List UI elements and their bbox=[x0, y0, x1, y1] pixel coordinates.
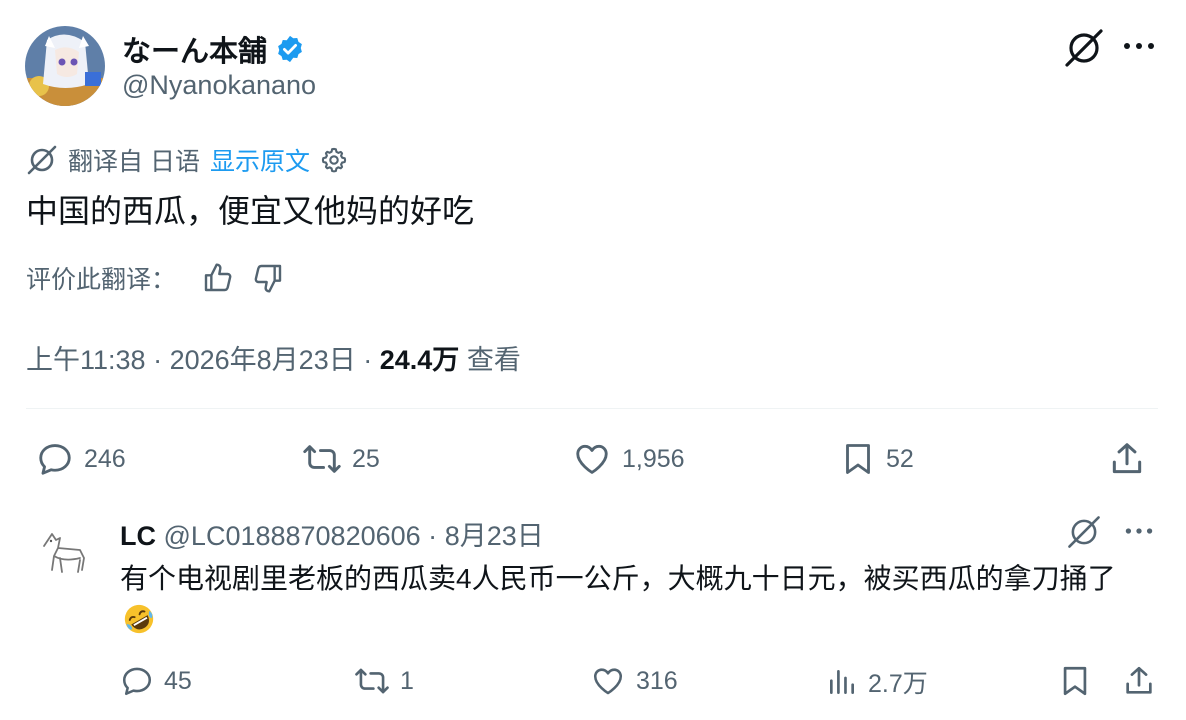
reply-header: LC @LC0188870820606 · 8月23日 bbox=[120, 514, 544, 553]
reply-reply-button[interactable]: 45 bbox=[120, 664, 192, 698]
reply-text-container: 有个电视剧里老板的西瓜卖4人民币一公斤，大概九十日元，被买西瓜的拿刀捅了 bbox=[120, 558, 1150, 642]
reply-separator: · bbox=[428, 521, 438, 551]
share-icon bbox=[1122, 664, 1156, 698]
reply-repost-count: 1 bbox=[400, 666, 414, 695]
view-count: 24.4万 bbox=[379, 345, 460, 375]
heart-icon bbox=[572, 440, 612, 478]
translation-settings-icon[interactable] bbox=[320, 146, 348, 174]
more-options-icon[interactable] bbox=[1122, 37, 1156, 55]
reply-more-options-icon[interactable] bbox=[1124, 523, 1154, 539]
reply-repost-button[interactable]: 1 bbox=[354, 664, 414, 698]
share-button[interactable] bbox=[1108, 440, 1146, 478]
author-name-row[interactable]: なーん本舗 bbox=[122, 28, 305, 70]
reply-view-count: 2.7万 bbox=[868, 670, 928, 698]
author-handle[interactable]: @Nyanokanano bbox=[122, 70, 316, 101]
reply-avatar[interactable] bbox=[24, 512, 104, 592]
tweet-text: 中国的西瓜，便宜又他妈的好吃 bbox=[26, 193, 475, 229]
rolling-on-floor-laughing-icon bbox=[122, 602, 156, 636]
reply-count: 246 bbox=[84, 444, 126, 473]
reply-like-button[interactable]: 316 bbox=[590, 664, 678, 698]
reply-author-name[interactable]: LC bbox=[120, 521, 156, 551]
reply-icon bbox=[120, 664, 154, 698]
bookmark-icon bbox=[840, 440, 876, 478]
show-original-link[interactable]: 显示原文 bbox=[210, 142, 310, 178]
repost-icon bbox=[354, 664, 390, 698]
verified-badge-icon bbox=[275, 34, 305, 64]
rate-label: 评价此翻译： bbox=[26, 266, 177, 294]
thumbs-down-icon[interactable] bbox=[252, 262, 284, 294]
reply-date[interactable]: 8月23日 bbox=[445, 521, 544, 551]
like-button[interactable]: 1,956 bbox=[572, 440, 685, 478]
translation-label: 翻译自 日语 bbox=[68, 148, 200, 176]
views-chart-icon bbox=[826, 665, 858, 699]
heart-icon bbox=[590, 664, 626, 698]
translation-notice: 翻译自 日语 显示原文 bbox=[26, 142, 348, 178]
reply-reply-count: 45 bbox=[164, 666, 192, 695]
reply-bookmark-button[interactable] bbox=[1058, 664, 1092, 698]
repost-icon bbox=[302, 440, 342, 478]
tweet-meta: 上午11:38 · 2026年8月23日 · 24.4万 查看 bbox=[26, 338, 521, 377]
share-icon bbox=[1108, 440, 1146, 478]
bookmark-count: 52 bbox=[886, 444, 914, 473]
thumbs-up-icon[interactable] bbox=[202, 262, 234, 294]
reply-views-button[interactable]: 2.7万 bbox=[826, 664, 928, 700]
reply-grok-icon[interactable] bbox=[1066, 514, 1102, 550]
meta-separator: · bbox=[363, 345, 373, 375]
like-count: 1,956 bbox=[622, 444, 685, 473]
repost-count: 25 bbox=[352, 444, 380, 473]
view-label: 查看 bbox=[466, 345, 521, 375]
reply-like-count: 316 bbox=[636, 666, 678, 695]
author-avatar[interactable] bbox=[25, 26, 105, 106]
author-name[interactable]: なーん本舗 bbox=[122, 28, 267, 70]
tweet-time[interactable]: 上午11:38 bbox=[26, 345, 146, 375]
bookmark-icon bbox=[1058, 664, 1092, 698]
bookmark-button[interactable]: 52 bbox=[840, 440, 914, 478]
grok-icon[interactable] bbox=[1063, 27, 1105, 69]
reply-author-handle[interactable]: @LC0188870820606 bbox=[164, 521, 421, 551]
reply-share-button[interactable] bbox=[1122, 664, 1156, 698]
tweet-date[interactable]: 2026年8月23日 bbox=[170, 345, 356, 375]
reply-icon bbox=[36, 440, 74, 478]
meta-separator: · bbox=[153, 345, 163, 375]
rate-translation: 评价此翻译： bbox=[26, 260, 284, 296]
reply-text: 有个电视剧里老板的西瓜卖4人民币一公斤，大概九十日元，被买西瓜的拿刀捅了 bbox=[120, 563, 1116, 594]
divider bbox=[26, 408, 1158, 409]
repost-button[interactable]: 25 bbox=[302, 440, 380, 478]
grok-translate-icon bbox=[26, 144, 58, 176]
reply-button[interactable]: 246 bbox=[36, 440, 126, 478]
